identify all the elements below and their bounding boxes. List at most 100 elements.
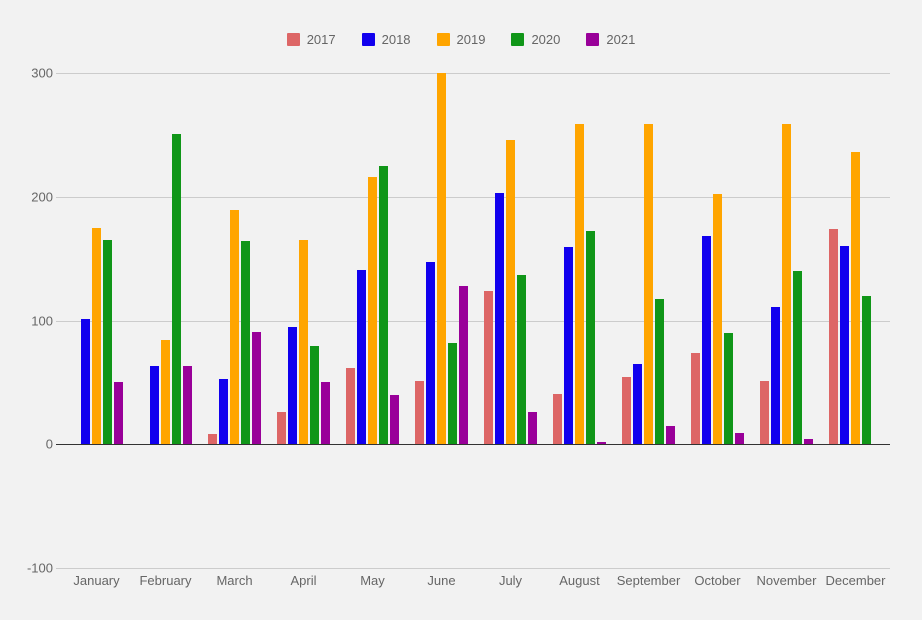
bar-group-february [131,73,200,568]
gridline [62,568,890,569]
bar-2017-july[interactable] [484,290,493,445]
plot-area: 300 200 100 0 -100 [27,66,890,576]
legend-entry-2018[interactable]: 2018 [361,31,411,47]
bar-group-july [476,73,545,568]
bar-2019-march[interactable] [230,210,239,445]
bar-group-may [338,73,407,568]
bar-group-november [752,73,821,568]
chart-legend: 2017 2018 2019 2020 2021 [0,28,922,50]
y-tick-label: 100 [31,313,53,328]
x-tick-label-january: January [73,573,120,588]
bar-2020-september[interactable] [655,299,664,445]
x-tick-label-december: December [825,573,886,588]
x-axis: January February March April May June July Augu… [62,573,890,593]
bar-group-october [683,73,752,568]
legend-swatch-icon [361,32,375,46]
bar-2021-february[interactable] [183,366,192,445]
bar-2018-december[interactable] [840,246,849,445]
bar-chart: 2017 2018 2019 2020 2021 300 200 100 0 -100 Janu… [0,0,922,620]
bar-2019-june[interactable] [437,73,446,445]
bar-2020-march[interactable] [241,241,250,445]
bar-2021-january[interactable] [114,382,123,445]
legend-label: 2018 [381,31,411,47]
bar-2018-march[interactable] [219,378,228,445]
bar-2019-may[interactable] [368,176,377,445]
bar-group-august [545,73,614,568]
x-tick-label-june: June [427,573,456,588]
legend-entry-2017[interactable]: 2017 [286,31,336,47]
bar-2018-october[interactable] [702,236,711,445]
bar-group-march [200,73,269,568]
bar-2019-december[interactable] [851,152,860,445]
bar-2020-january[interactable] [103,240,112,445]
bar-2018-july[interactable] [495,193,504,445]
x-tick-label-september: September [616,573,681,588]
bar-2019-april[interactable] [299,240,308,445]
bar-2021-april[interactable] [321,382,330,445]
bar-2017-june[interactable] [415,381,424,445]
bar-2017-may[interactable] [346,367,355,445]
bar-2017-september[interactable] [622,377,631,445]
bar-2020-october[interactable] [724,332,733,445]
bar-2020-june[interactable] [448,342,457,445]
x-tick-label-october: October [694,573,741,588]
legend-entry-2019[interactable]: 2019 [436,31,486,47]
legend-swatch-icon [511,32,525,46]
bar-2019-august[interactable] [575,123,584,445]
bar-2019-november[interactable] [782,123,791,445]
bar-2020-may[interactable] [379,165,388,445]
x-tick-label-february: February [139,573,192,588]
bar-2018-april[interactable] [288,326,297,445]
y-tick-label: -100 [26,560,53,576]
legend-label: 2019 [456,31,486,47]
bar-2017-august[interactable] [553,393,562,445]
x-tick-label-july: July [498,573,523,588]
bar-2021-may[interactable] [390,394,399,445]
bar-2019-february[interactable] [161,340,170,445]
bar-2020-december[interactable] [862,295,871,445]
bar-2018-june[interactable] [426,262,435,445]
legend-swatch-icon [436,32,450,46]
bar-2018-september[interactable] [633,363,642,445]
bar-2018-may[interactable] [357,269,366,445]
bar-2021-march[interactable] [252,331,261,445]
bar-group-january [62,73,131,568]
y-tick-label: 0 [45,436,53,452]
bar-2017-november[interactable] [760,381,769,445]
bar-2021-september[interactable] [666,425,675,445]
bar-2018-november[interactable] [771,306,780,445]
bar-2018-january[interactable] [81,319,90,445]
bar-2020-february[interactable] [172,133,181,445]
bar-2020-july[interactable] [517,274,526,445]
bar-2019-september[interactable] [644,123,653,445]
bar-2020-april[interactable] [310,346,319,445]
legend-entry-2020[interactable]: 2020 [511,31,561,47]
bar-groups [62,73,890,568]
y-tick-label: 200 [31,189,53,205]
bar-2021-november[interactable] [804,439,813,445]
bar-2017-december[interactable] [829,228,838,445]
bar-2017-march[interactable] [208,434,217,445]
bar-2020-november[interactable] [793,271,802,445]
bar-2021-august[interactable] [597,441,606,445]
bar-2017-april[interactable] [277,412,286,445]
bar-2019-october[interactable] [713,194,722,445]
y-tick-label: 300 [31,65,53,81]
legend-label: 2017 [306,31,336,47]
bar-2021-june[interactable] [459,285,468,445]
x-tick-label-may: May [360,573,385,588]
bar-2020-august[interactable] [586,231,595,445]
bar-2021-july[interactable] [528,412,537,445]
bar-group-september [614,73,683,568]
bar-2018-february[interactable] [150,366,159,445]
legend-label: 2020 [531,31,561,47]
legend-swatch-icon [586,32,600,46]
bar-2019-july[interactable] [506,139,515,445]
bar-2018-august[interactable] [564,247,573,445]
legend-entry-2021[interactable]: 2021 [586,32,635,46]
bar-2017-october[interactable] [691,352,700,445]
y-tick-mark [56,568,62,569]
bar-2021-october[interactable] [735,433,744,445]
bar-2019-january[interactable] [92,227,101,445]
x-tick-label-november: November [756,573,817,588]
